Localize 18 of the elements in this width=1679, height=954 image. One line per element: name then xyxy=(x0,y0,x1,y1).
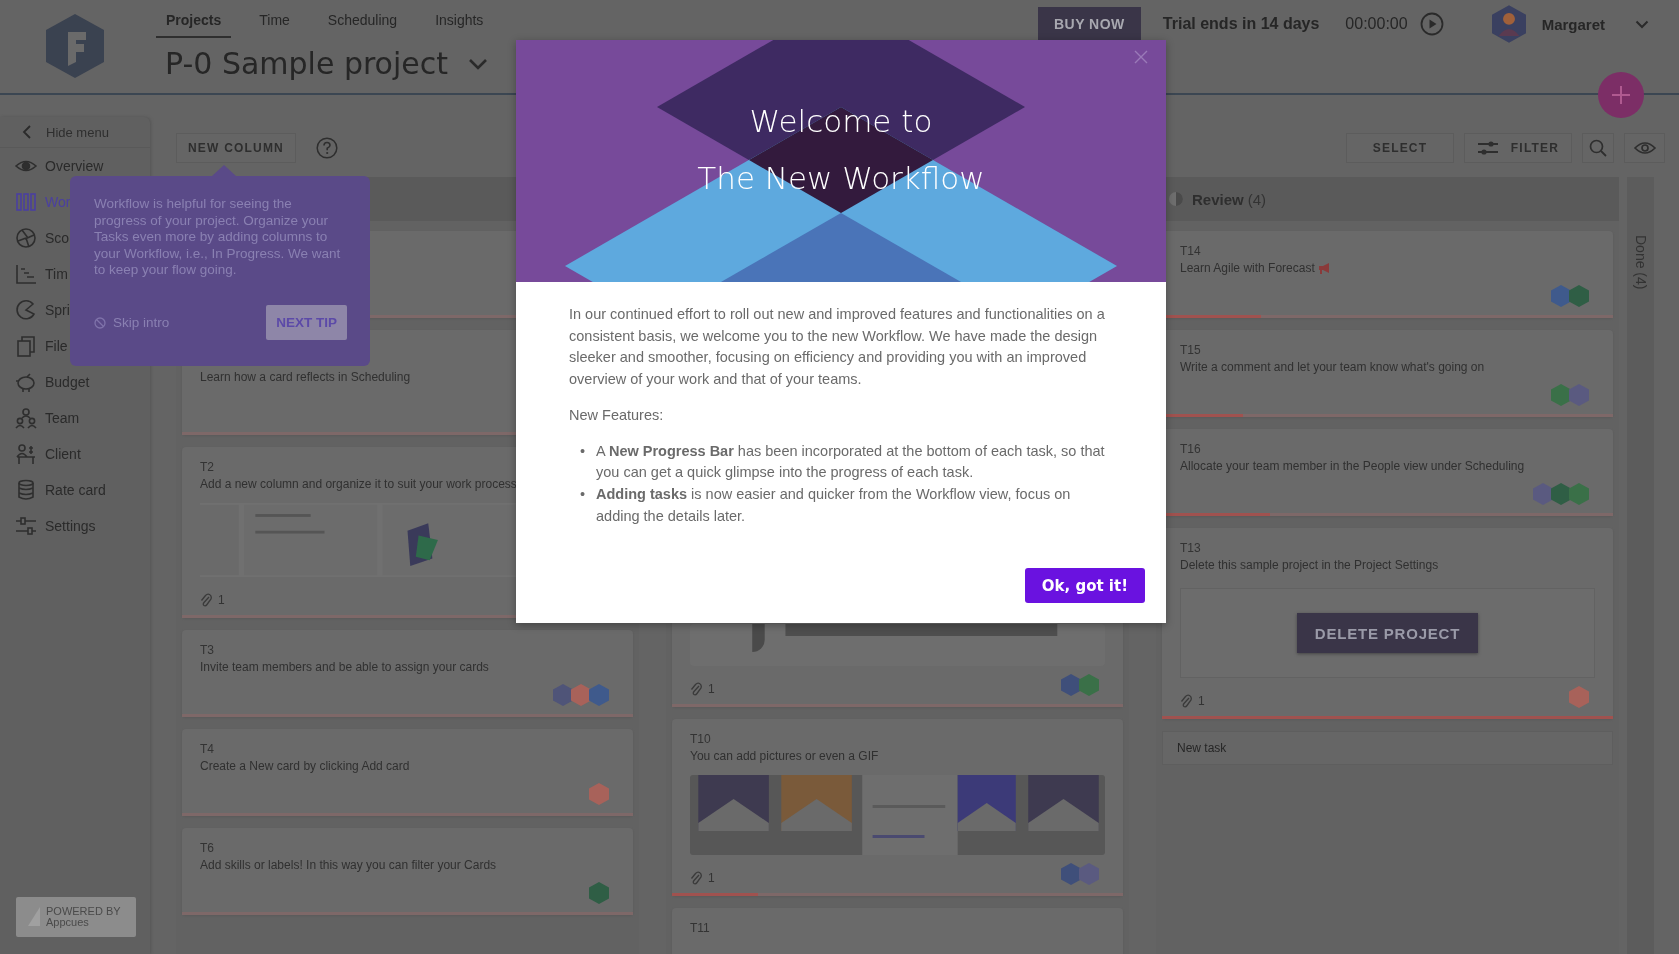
task-id: T11 xyxy=(690,920,710,936)
task-title: Learn Agile with Forecast xyxy=(1180,260,1315,277)
task-title: Create a New card by clicking Add card xyxy=(200,758,410,775)
task-id: T13 xyxy=(1180,540,1201,556)
trial-notice: Trial ends in 14 days xyxy=(1162,15,1320,33)
attachment-count: 1 xyxy=(708,871,715,885)
attachment-count: 1 xyxy=(1198,694,1205,708)
badge-text: Appcues xyxy=(46,917,90,928)
project-title: P-0 Sample project xyxy=(165,46,449,81)
timer: 00:00:00 xyxy=(1345,15,1408,33)
dialog-title: Welcome to xyxy=(749,102,933,141)
badge-text: POWERED BY xyxy=(46,906,121,917)
attachment-count: 1 xyxy=(218,593,225,607)
task-title: You can add pictures or even a GIF xyxy=(690,748,879,765)
task-title: Delete this sample project in the Project Settings xyxy=(1180,557,1439,574)
task-id: T15 xyxy=(1180,342,1201,358)
attachment-count: 1 xyxy=(708,682,715,696)
bullet: • xyxy=(580,484,587,504)
